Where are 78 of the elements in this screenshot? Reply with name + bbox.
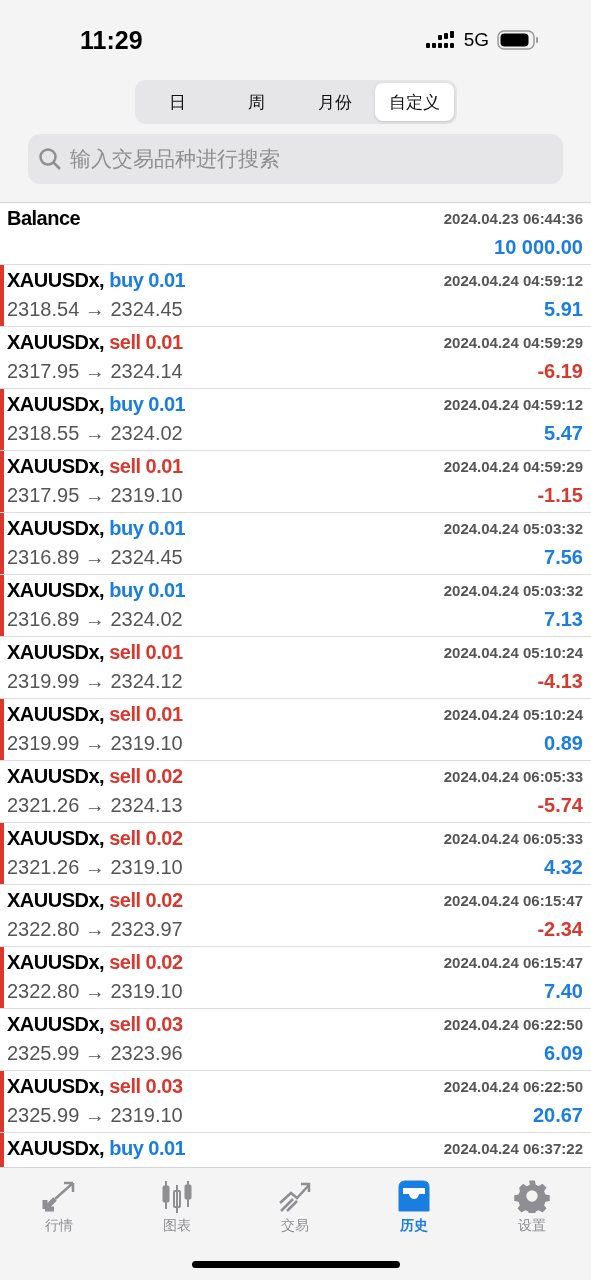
deal-profit: -5.74 bbox=[537, 793, 583, 818]
deal-profit: 6.09 bbox=[544, 1041, 583, 1066]
deal-time: 2024.04.24 04:59:12 bbox=[443, 271, 583, 291]
deal-time: 2024.04.24 06:05:33 bbox=[443, 767, 583, 787]
deal-title: XAUUSDx, buy 0.01 bbox=[7, 1136, 186, 1161]
deal-profit: 4.32 bbox=[544, 855, 583, 880]
period-tab[interactable]: 日 bbox=[137, 83, 217, 121]
deal-prices: 2316.89 → 2324.45 bbox=[7, 545, 183, 570]
deal-title: XAUUSDx, buy 0.01 bbox=[7, 516, 186, 541]
status-time: 11:29 bbox=[80, 25, 143, 55]
network-label: 5G bbox=[463, 29, 489, 51]
deal-profit: -6.19 bbox=[537, 359, 583, 384]
deal-title: XAUUSDx, sell 0.02 bbox=[7, 764, 183, 789]
deal-title: XAUUSDx, sell 0.02 bbox=[7, 826, 183, 851]
deal-time: 2024.04.24 05:10:24 bbox=[443, 705, 583, 725]
deal-title: XAUUSDx, sell 0.02 bbox=[7, 888, 183, 913]
deal-title: XAUUSDx, sell 0.03 bbox=[7, 1012, 183, 1037]
deal-title: XAUUSDx, buy 0.01 bbox=[7, 392, 186, 417]
inbox-icon bbox=[395, 1179, 432, 1213]
balance-title: Balance bbox=[7, 206, 81, 231]
deal-prices: 2325.99 → 2323.96 bbox=[7, 1041, 183, 1066]
signal-icon bbox=[425, 31, 456, 49]
deal-prices: 2321.26 → 2319.10 bbox=[7, 855, 183, 880]
deal-title: XAUUSDx, sell 0.01 bbox=[7, 454, 183, 479]
deal-profit: 7.13 bbox=[544, 607, 583, 632]
deal-prices: 2316.89 → 2324.02 bbox=[7, 607, 183, 632]
deal-time: 2024.04.24 06:15:47 bbox=[443, 953, 583, 973]
deal-time: 2024.04.24 04:59:29 bbox=[443, 333, 583, 353]
period-tab[interactable]: 周 bbox=[216, 83, 296, 121]
deal-profit: 20.67 bbox=[532, 1103, 583, 1128]
tab-bar-item[interactable]: 图表 bbox=[132, 1178, 223, 1236]
deal-time: 2024.04.24 06:37:22 bbox=[443, 1139, 583, 1159]
period-tab[interactable]: 月份 bbox=[295, 83, 375, 121]
deal-profit: -4.13 bbox=[537, 669, 583, 694]
tab-bar-item[interactable]: 交易 bbox=[250, 1178, 341, 1236]
deal-time: 2024.04.24 05:03:32 bbox=[443, 519, 583, 539]
deal-title: XAUUSDx, sell 0.02 bbox=[7, 950, 183, 975]
tab-bar-item[interactable]: 行情 bbox=[14, 1178, 105, 1236]
deal-prices: 2322.80 → 2319.10 bbox=[7, 979, 183, 1004]
deal-time: 2024.04.24 05:03:32 bbox=[443, 581, 583, 601]
deal-prices: 2325.99 → 2319.10 bbox=[7, 1103, 183, 1128]
tab-bar-item[interactable]: 设置 bbox=[486, 1178, 577, 1236]
search-field[interactable]: 输入交易品种进行搜索 bbox=[28, 134, 563, 184]
deal-prices: 2317.95 → 2319.10 bbox=[7, 483, 183, 508]
deal-profit: 5.91 bbox=[544, 297, 583, 322]
deal-prices: 2318.54 → 2324.45 bbox=[7, 297, 183, 322]
deal-profit: 7.56 bbox=[544, 545, 583, 570]
deal-title: XAUUSDx, buy 0.01 bbox=[7, 578, 186, 603]
deal-prices: 2319.99 → 2324.12 bbox=[7, 669, 183, 694]
balance-amount: 10 000.00 bbox=[494, 235, 583, 260]
deal-time: 2024.04.24 05:10:24 bbox=[443, 643, 583, 663]
deal-time: 2024.04.24 04:59:29 bbox=[443, 457, 583, 477]
deal-title: XAUUSDx, buy 0.01 bbox=[7, 268, 186, 293]
deal-title: XAUUSDx, sell 0.01 bbox=[7, 702, 183, 727]
deal-profit: 5.47 bbox=[544, 421, 583, 446]
deal-title: XAUUSDx, sell 0.01 bbox=[7, 640, 183, 665]
deal-time: 2024.04.24 06:22:50 bbox=[443, 1077, 583, 1097]
deal-time: 2024.04.24 06:22:50 bbox=[443, 1015, 583, 1035]
deal-profit: -2.34 bbox=[537, 917, 583, 942]
deal-prices: 2319.99 → 2319.10 bbox=[7, 731, 183, 756]
balance-time: 2024.04.23 06:44:36 bbox=[443, 209, 583, 229]
deal-profit: -1.15 bbox=[537, 483, 583, 508]
battery-icon bbox=[497, 30, 539, 50]
deal-title: XAUUSDx, sell 0.01 bbox=[7, 330, 183, 355]
search-icon bbox=[38, 147, 62, 171]
deal-prices: 2322.80 → 2323.97 bbox=[7, 917, 183, 942]
deal-time: 2024.04.24 06:05:33 bbox=[443, 829, 583, 849]
deal-title: XAUUSDx, sell 0.03 bbox=[7, 1074, 183, 1099]
deal-prices: 2317.95 → 2324.14 bbox=[7, 359, 183, 384]
deal-profit: 7.40 bbox=[544, 979, 583, 1004]
deal-prices: 2318.55 → 2324.02 bbox=[7, 421, 183, 446]
tab-bar-item[interactable]: 历史 bbox=[368, 1178, 459, 1236]
settings-icon bbox=[513, 1179, 550, 1213]
period-tab[interactable]: 自定义 bbox=[374, 83, 454, 121]
deal-profit: 0.89 bbox=[544, 731, 583, 756]
deal-time: 2024.04.24 06:15:47 bbox=[443, 891, 583, 911]
deal-prices: 2321.26 → 2324.13 bbox=[7, 793, 183, 818]
deal-time: 2024.04.24 04:59:12 bbox=[443, 395, 583, 415]
